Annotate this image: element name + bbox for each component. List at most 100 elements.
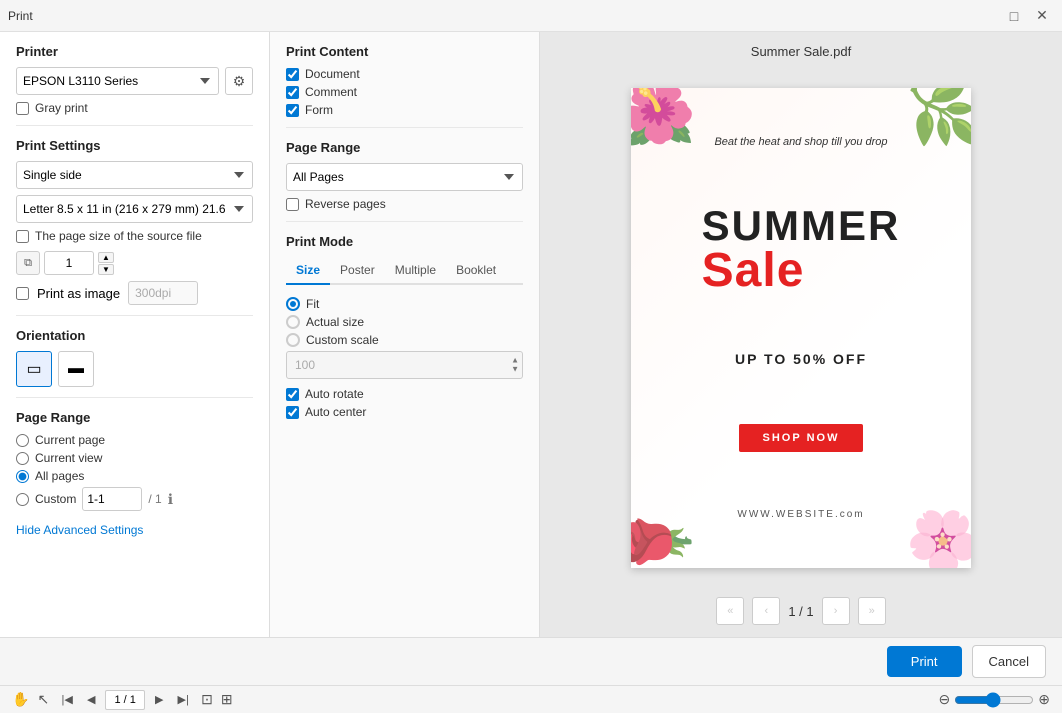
copies-up-button[interactable]: ▲ (98, 252, 114, 263)
cancel-button[interactable]: Cancel (972, 645, 1046, 678)
landscape-icon: ▬ (68, 360, 84, 378)
custom-radio[interactable] (16, 493, 29, 506)
zoom-slider[interactable] (954, 692, 1034, 708)
rotate-icon[interactable]: ⊞ (221, 691, 233, 708)
preview-panel: Summer Sale.pdf 🌺 🌿 🌹 🌸 Beat the heat an… (540, 32, 1062, 637)
scale-arrows: ▲ ▼ (511, 357, 519, 374)
gray-print-row: Gray print (16, 101, 253, 115)
reverse-pages-row: Reverse pages (286, 197, 523, 211)
crop-icon[interactable]: ⊡ (201, 691, 213, 708)
fit-label: Fit (306, 297, 319, 311)
scale-input[interactable] (286, 351, 523, 379)
all-pages-radio[interactable] (16, 470, 29, 483)
scale-input-row: ▲ ▼ (286, 351, 523, 379)
info-icon[interactable]: ℹ (168, 491, 173, 508)
scale-down-arrow[interactable]: ▼ (511, 366, 519, 374)
printer-section-label: Printer (16, 44, 253, 59)
current-page-radio[interactable] (16, 434, 29, 447)
copies-down-button[interactable]: ▼ (98, 264, 114, 275)
form-row: Form (286, 103, 523, 117)
bottom-bar: Print Cancel (0, 637, 1062, 685)
fit-radio[interactable] (286, 297, 300, 311)
pdf-title-sale: Sale (702, 247, 901, 295)
window-controls: □ ✕ (1002, 4, 1054, 28)
close-button[interactable]: ✕ (1030, 4, 1054, 28)
tab-poster[interactable]: Poster (330, 257, 385, 285)
side-select[interactable]: Single side (16, 161, 253, 189)
copies-input[interactable]: 1 (44, 251, 94, 275)
tab-size[interactable]: Size (286, 257, 330, 285)
floral-tl: 🌺 (631, 88, 696, 149)
comment-row: Comment (286, 85, 523, 99)
print-as-image-checkbox[interactable] (16, 287, 29, 300)
page-indicator: 1 / 1 (788, 604, 813, 619)
landscape-button[interactable]: ▬ (58, 351, 94, 387)
custom-scale-radio[interactable] (286, 333, 300, 347)
print-mode-label: Print Mode (286, 234, 523, 249)
source-file-row: The page size of the source file (16, 229, 253, 243)
actual-size-row: Actual size (286, 315, 523, 329)
zoom-out-icon[interactable]: ⊖ (939, 691, 951, 708)
current-view-radio[interactable] (16, 452, 29, 465)
actual-size-label: Actual size (306, 315, 364, 329)
last-page-button[interactable]: » (858, 597, 886, 625)
page-count: / 1 (148, 492, 161, 506)
document-checkbox[interactable] (286, 68, 299, 81)
hide-settings-link[interactable]: Hide Advanced Settings (16, 523, 253, 537)
status-prev-btn[interactable]: ◀ (81, 690, 101, 710)
portrait-button[interactable]: ▭ (16, 351, 52, 387)
all-pages-row: All pages (16, 469, 253, 483)
maximize-button[interactable]: □ (1002, 4, 1026, 28)
printer-settings-button[interactable]: ⚙ (225, 67, 253, 95)
printer-row: EPSON L3110 Series ⚙ (16, 67, 253, 95)
status-next-btn[interactable]: ▶ (149, 690, 169, 710)
status-bar: ✋ ↖ |◀ ◀ ▶ ▶| ⊡ ⊞ ⊖ ⊕ (0, 685, 1062, 713)
status-page-nav: |◀ ◀ ▶ ▶| (57, 690, 193, 710)
current-view-row: Current view (16, 451, 253, 465)
form-checkbox[interactable] (286, 104, 299, 117)
status-page-input[interactable] (105, 690, 145, 710)
status-first-btn[interactable]: |◀ (57, 690, 77, 710)
next-page-button[interactable]: › (822, 597, 850, 625)
scale-up-arrow[interactable]: ▲ (511, 357, 519, 365)
pdf-title-summer: SUMMER (702, 205, 901, 247)
status-last-btn[interactable]: ▶| (173, 690, 193, 710)
orientation-label: Orientation (16, 328, 253, 343)
comment-checkbox[interactable] (286, 86, 299, 99)
source-file-checkbox[interactable] (16, 230, 29, 243)
reverse-pages-checkbox[interactable] (286, 198, 299, 211)
gray-print-checkbox[interactable] (16, 102, 29, 115)
pdf-tagline: Beat the heat and shop till you drop (714, 136, 887, 148)
prev-page-button[interactable]: ‹ (752, 597, 780, 625)
tab-multiple[interactable]: Multiple (385, 257, 446, 285)
print-content-label: Print Content (286, 44, 523, 59)
first-page-button[interactable]: « (716, 597, 744, 625)
title-bar: Print □ ✕ (0, 0, 1062, 32)
source-file-label: The page size of the source file (35, 229, 202, 243)
custom-range-input[interactable] (82, 487, 142, 511)
preview-page: 🌺 🌿 🌹 🌸 Beat the heat and shop till you … (631, 88, 971, 568)
document-row: Document (286, 67, 523, 81)
hand-tool-icon[interactable]: ✋ (12, 691, 29, 708)
dpi-input[interactable]: 300dpi (128, 281, 198, 305)
document-label: Document (305, 67, 360, 81)
print-mode-tabs: Size Poster Multiple Booklet (286, 257, 523, 285)
all-pages-label: All pages (35, 469, 84, 483)
page-range-select[interactable]: All Pages (286, 163, 523, 191)
pdf-website: WWW.WEBSITE.com (737, 509, 864, 520)
pagination-row: « ‹ 1 / 1 › » (716, 597, 885, 625)
paper-select[interactable]: Letter 8.5 x 11 in (216 x 279 mm) 21.6 x (16, 195, 253, 223)
print-button[interactable]: Print (887, 646, 962, 677)
tab-booklet[interactable]: Booklet (446, 257, 506, 285)
form-label: Form (305, 103, 333, 117)
reverse-pages-label: Reverse pages (305, 197, 386, 211)
auto-center-checkbox[interactable] (286, 406, 299, 419)
select-tool-icon[interactable]: ↖ (37, 691, 49, 708)
window-title: Print (8, 9, 33, 23)
zoom-in-icon[interactable]: ⊕ (1038, 691, 1050, 708)
auto-rotate-checkbox[interactable] (286, 388, 299, 401)
printer-select[interactable]: EPSON L3110 Series (16, 67, 219, 95)
copies-spinner: ▲ ▼ (98, 252, 114, 275)
actual-size-radio[interactable] (286, 315, 300, 329)
pdf-preview: 🌺 🌿 🌹 🌸 Beat the heat and shop till you … (631, 88, 971, 568)
